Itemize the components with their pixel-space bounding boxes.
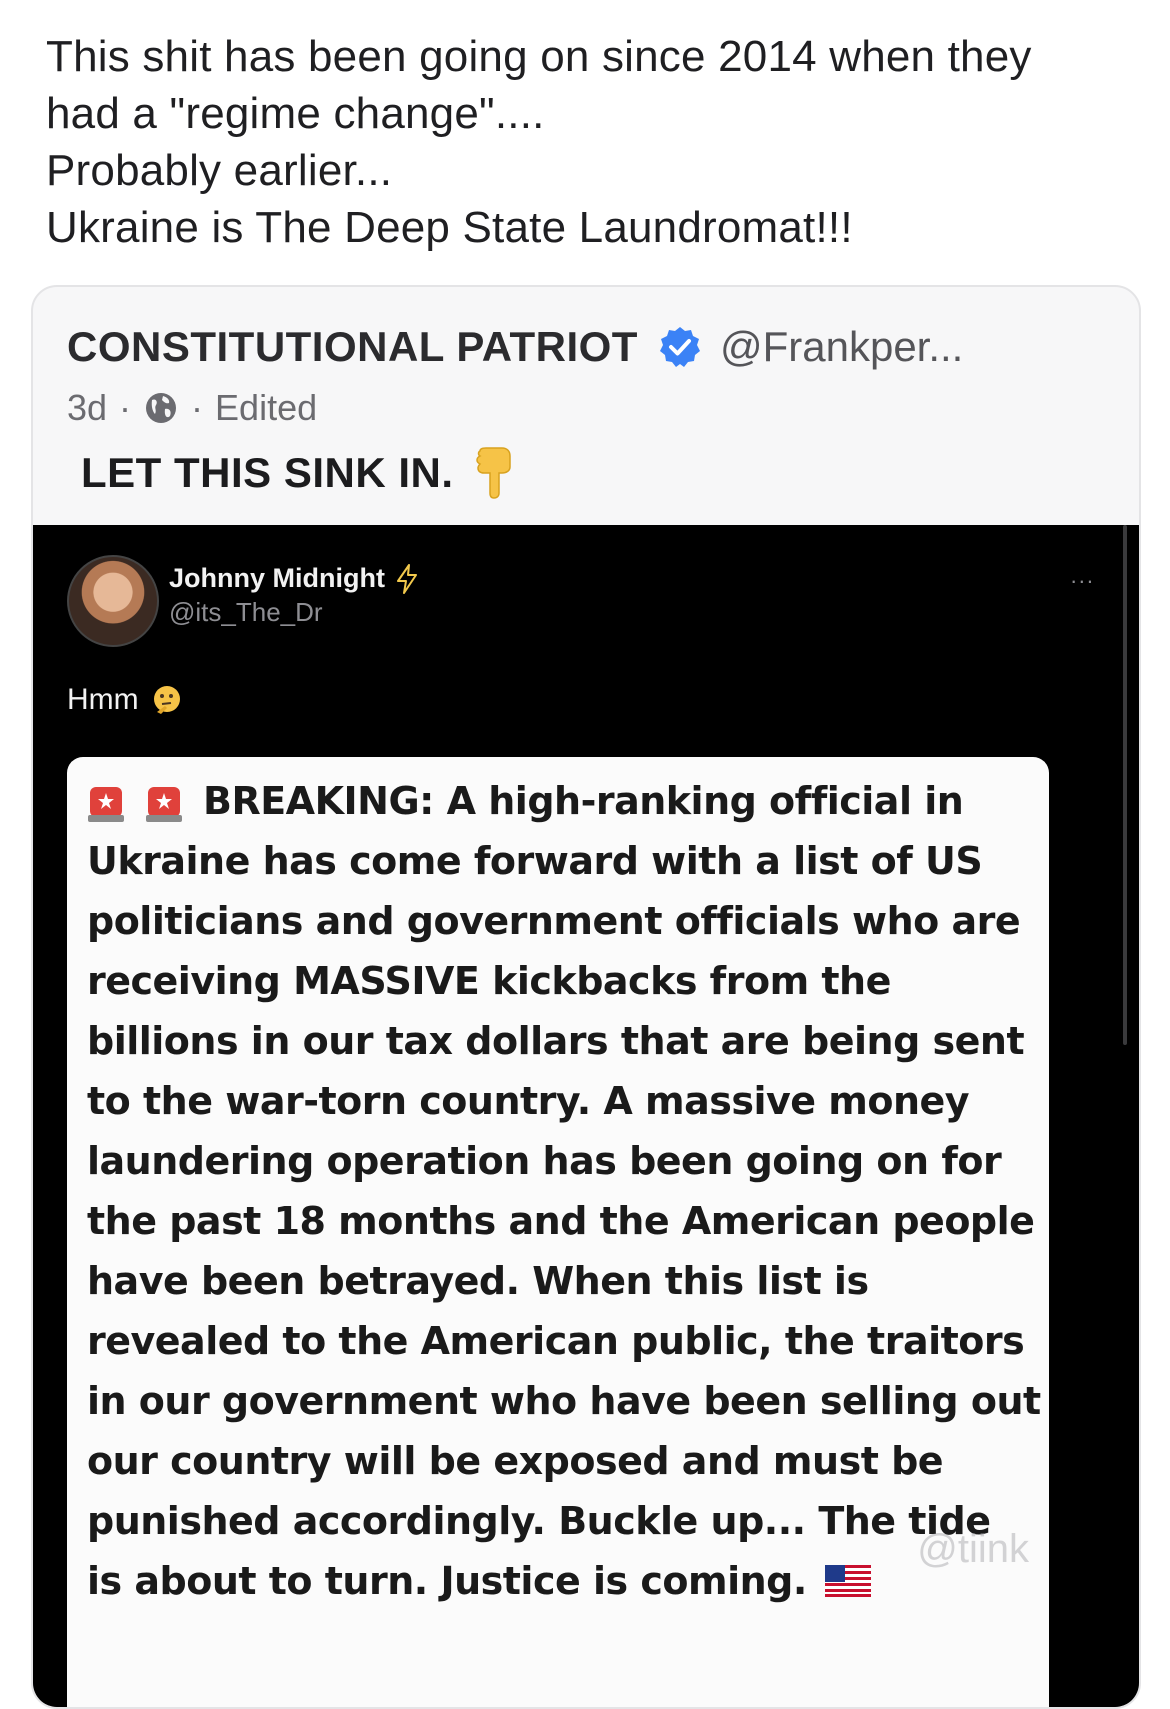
breaking-line: to the war-torn country. A massive money	[87, 1079, 970, 1123]
globe-icon	[146, 393, 177, 423]
embedded-tweet-screenshot[interactable]: Johnny Midnight @its_The_Dr ... Hmm BREA…	[33, 525, 1139, 1707]
tweet-text: Hmm	[67, 683, 183, 717]
post-time: 3d	[67, 387, 108, 428]
breaking-line: is about to turn. Justice is coming.	[87, 1551, 1047, 1611]
post-line: had a "regime change"....	[46, 89, 545, 138]
post-line: Ukraine is The Deep State Laundromat!!!	[46, 203, 853, 252]
breaking-line-text: BREAKING: A high-ranking official in	[203, 779, 964, 823]
tweet-author-name-text: Johnny Midnight	[169, 563, 385, 593]
breaking-line: the past 18 months and the American peop…	[87, 1199, 1035, 1243]
breaking-line: in our government who have been selling …	[87, 1379, 1041, 1423]
breaking-line: have been betrayed. When this list is	[87, 1259, 869, 1303]
avatar	[67, 555, 159, 647]
breaking-line: BREAKING: A high-ranking official in	[87, 771, 1047, 831]
post-line: Probably earlier...	[46, 146, 393, 195]
quoted-post-meta: 3d · · Edited	[67, 383, 317, 433]
quoted-post-card[interactable]: CONSTITUTIONAL PATRIOT @Frankper... 3d ·…	[31, 285, 1141, 1709]
watermark: @tiink	[917, 1527, 1029, 1571]
tweet-author-handle: @its_The_Dr	[169, 597, 323, 627]
breaking-line: politicians and government officials who…	[87, 899, 1021, 943]
thinking-face-icon	[153, 686, 180, 714]
breaking-line: billions in our tax dollars that are bei…	[87, 1019, 1025, 1063]
backhand-index-pointing-down-icon	[475, 447, 511, 499]
breaking-line: laundering operation has been going on f…	[87, 1139, 1002, 1183]
breaking-line: revealed to the American public, the tra…	[87, 1319, 1025, 1363]
tweet-text-content: Hmm	[67, 683, 139, 716]
caption-text: LET THIS SINK IN.	[81, 449, 454, 496]
tweet-author-name: Johnny Midnight	[169, 563, 419, 594]
lightning-icon	[396, 563, 417, 594]
siren-icon	[146, 787, 182, 822]
us-flag-icon	[824, 1565, 871, 1597]
verified-badge-icon	[659, 327, 700, 367]
more-options-icon: ...	[1070, 563, 1095, 588]
post-body: This shit has been going on since 2014 w…	[46, 28, 1136, 256]
quoted-post-caption: LET THIS SINK IN.	[81, 447, 514, 499]
separator: ·	[191, 387, 204, 428]
quoted-author-name[interactable]: CONSTITUTIONAL PATRIOT	[67, 323, 638, 371]
breaking-news-image: BREAKING: A high-ranking official in Ukr…	[67, 757, 1049, 1707]
quoted-post-header: CONSTITUTIONAL PATRIOT @Frankper...	[67, 317, 1127, 377]
breaking-line-text: is about to turn. Justice is coming.	[87, 1559, 807, 1603]
breaking-text: BREAKING: A high-ranking official in Ukr…	[87, 771, 1047, 1611]
breaking-line: receiving MASSIVE kickbacks from the	[87, 959, 891, 1003]
siren-icon	[88, 787, 124, 822]
breaking-line: our country will be exposed and must be	[87, 1439, 944, 1483]
separator: ·	[119, 387, 132, 428]
breaking-line: punished accordingly. Buckle up... The t…	[87, 1499, 991, 1543]
post-line: This shit has been going on since 2014 w…	[46, 32, 1032, 81]
scrollbar	[1123, 525, 1127, 1045]
breaking-line: Ukraine has come forward with a list of …	[87, 839, 983, 883]
edited-label: Edited	[215, 387, 318, 428]
quoted-author-handle[interactable]: @Frankper...	[720, 323, 963, 371]
